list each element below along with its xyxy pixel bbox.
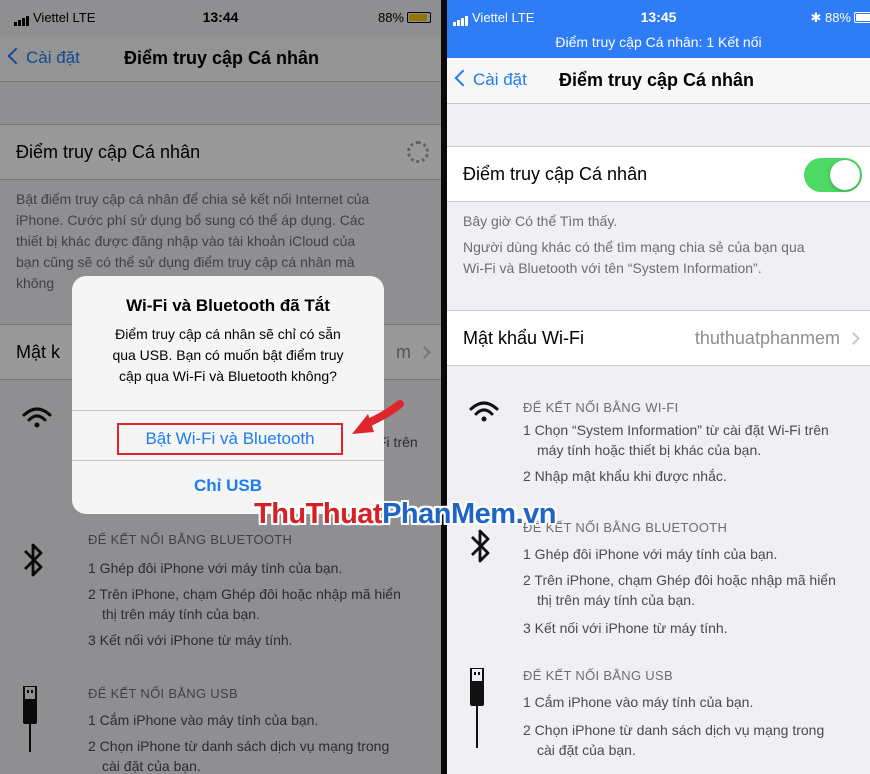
toggle-knob — [830, 160, 860, 190]
wifi-step: máy tính hoặc thiết bị khác của bạn. — [537, 442, 762, 458]
usb-step: 2 Chọn iPhone từ danh sách dịch vụ mạng … — [523, 722, 825, 738]
page-title: Điểm truy cập Cá nhân — [559, 70, 755, 90]
watermark-logo: ThuThuatPhanMem.vn — [254, 498, 556, 530]
hotspot-footer: Người dùng khác có thể tìm mạng chia sẻ … — [463, 239, 805, 276]
bluetooth-status-icon: ✱ — [810, 10, 822, 25]
alert-message: Điểm truy cập cá nhân sẽ chỉ có sẵn qua … — [112, 326, 344, 384]
usb-header: ĐỂ KẾT NỐI BẰNG USB — [523, 668, 673, 683]
hotspot-toggle[interactable] — [804, 158, 862, 192]
usb-step: cài đặt của bạn. — [537, 742, 636, 758]
alert-title: Wi-Fi và Bluetooth đã Tắt — [126, 296, 330, 315]
wifi-header: ĐỂ KẾT NỐI BẰNG WI-FI — [523, 400, 679, 415]
battery-icon — [854, 12, 870, 23]
bluetooth-step: 3 Kết nối với iPhone từ máy tính. — [523, 620, 728, 636]
highlight-box: Bật Wi-Fi và Bluetooth — [117, 423, 343, 455]
hotspot-discoverable: Bây giờ Có thể Tìm thấy. — [463, 213, 618, 229]
hotspot-label: Điểm truy cập Cá nhân — [463, 164, 648, 184]
usb-step: 1 Cắm iPhone vào máy tính của bạn. — [523, 694, 754, 710]
wifi-step: 1 Chọn “System Information” từ cài đặt W… — [523, 422, 829, 438]
bluetooth-step: 2 Trên iPhone, chạm Ghép đôi hoặc nhập m… — [523, 572, 836, 588]
right-screenshot: Viettel LTE 13:45 ✱ 88% Điểm truy cập Cá… — [447, 0, 870, 774]
bluetooth-step: thị trên máy tính của bạn. — [537, 592, 695, 608]
bluetooth-step: 1 Ghép đôi iPhone với máy tính của bạn. — [523, 546, 778, 562]
hotspot-cell: Điểm truy cập Cá nhân — [447, 146, 870, 202]
battery-indicator: ✱ 88% — [810, 10, 870, 26]
status-bar: Viettel LTE 13:45 ✱ 88% — [447, 0, 870, 36]
chevron-left-icon — [454, 69, 472, 87]
bluetooth-icon — [471, 529, 490, 563]
navigation-bar: Cài đặt Điểm truy cập Cá nhân — [447, 58, 870, 104]
back-button[interactable]: Cài đặt — [454, 69, 527, 90]
wifi-icon — [469, 401, 499, 422]
wifi-password-label: Mật khẩu Wi-Fi — [463, 328, 585, 348]
hotspot-status-banner[interactable]: Viettel LTE 13:45 ✱ 88% Điểm truy cập Cá… — [447, 0, 870, 58]
left-screenshot: Viettel LTE 13:44 88% Cài đặt Điểm truy … — [0, 0, 441, 774]
chevron-right-icon — [847, 332, 860, 345]
usb-cable-icon — [470, 668, 484, 748]
clock: 13:45 — [640, 9, 677, 25]
wifi-password-value: thuthuatphanmem — [694, 328, 840, 348]
wifi-password-cell[interactable]: Mật khẩu Wi-Fi thuthuatphanmem — [447, 310, 870, 366]
red-arrow-icon — [352, 400, 404, 434]
hotspot-connections-text: Điểm truy cập Cá nhân: 1 Kết nối — [555, 34, 762, 50]
wifi-step: 2 Nhập mật khẩu khi được nhắc. — [523, 468, 727, 484]
